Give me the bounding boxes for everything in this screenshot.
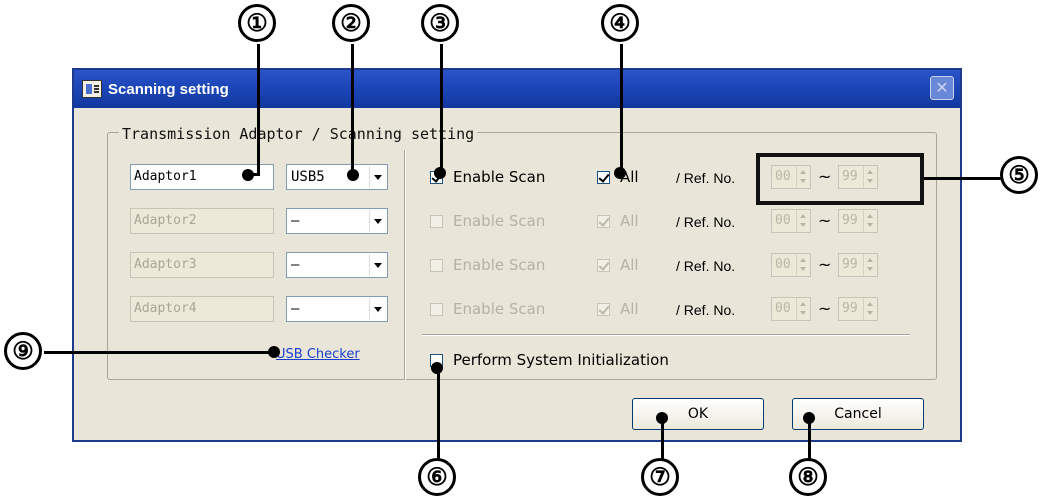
enable-scan-2-checkbox[interactable] xyxy=(430,215,443,228)
callout-9-leader xyxy=(44,351,274,354)
adaptor4-port-value: – xyxy=(291,301,300,317)
callout-3: ③ xyxy=(421,4,459,42)
group-title: Transmission Adaptor / Scanning setting xyxy=(119,125,478,143)
callout-5: ⑤ xyxy=(1000,156,1038,194)
ref-from-2-spinner[interactable]: 00 xyxy=(771,209,811,233)
spin-arrows-icon[interactable] xyxy=(796,210,810,232)
spin-arrows-icon[interactable] xyxy=(863,254,877,276)
callout-4-leader xyxy=(620,44,623,174)
adaptor4-name-field[interactable]: Adaptor4 xyxy=(130,296,274,322)
ok-button[interactable]: OK xyxy=(632,398,764,430)
ref-to-3-value: 99 xyxy=(842,257,858,272)
range-tilde-4: ~ xyxy=(818,299,832,318)
callout-2: ② xyxy=(332,4,370,42)
enable-scan-3-label: Enable Scan xyxy=(453,256,546,274)
callout-1-leader xyxy=(257,44,260,174)
enable-scan-2-label: Enable Scan xyxy=(453,212,546,230)
app-icon xyxy=(82,80,102,98)
callout-3-dot xyxy=(434,167,446,179)
ref-from-3-spinner[interactable]: 00 xyxy=(771,253,811,277)
callout-6-dot xyxy=(431,362,443,374)
ref-from-2-value: 00 xyxy=(775,213,791,228)
adaptor2-port-value: – xyxy=(291,213,300,229)
ref-range-highlight xyxy=(756,153,924,205)
vertical-divider xyxy=(404,150,405,380)
enable-scan-3-checkbox[interactable] xyxy=(430,259,443,272)
spin-arrows-icon[interactable] xyxy=(863,210,877,232)
callout-4: ④ xyxy=(601,4,639,42)
scanning-setting-dialog: Scanning setting ✕ Transmission Adaptor … xyxy=(72,68,962,442)
adaptor3-name-field[interactable]: Adaptor3 xyxy=(130,252,274,278)
spin-arrows-icon[interactable] xyxy=(863,298,877,320)
ref-no-2-label: / Ref. No. xyxy=(676,214,736,230)
chevron-down-icon[interactable] xyxy=(369,298,386,320)
range-tilde-2: ~ xyxy=(818,211,832,230)
system-init-label: Perform System Initialization xyxy=(453,351,669,369)
spin-arrows-icon[interactable] xyxy=(796,298,810,320)
callout-6-leader xyxy=(437,366,440,460)
callout-2-leader xyxy=(351,44,354,174)
ref-to-2-spinner[interactable]: 99 xyxy=(838,209,878,233)
callout-7-dot xyxy=(656,412,668,424)
adaptor1-port-select[interactable]: USB5 xyxy=(286,164,388,190)
callout-8-dot xyxy=(803,412,815,424)
callout-9: ⑨ xyxy=(4,332,42,370)
ref-to-4-value: 99 xyxy=(842,301,858,316)
ref-no-1-label: / Ref. No. xyxy=(676,170,736,186)
callout-8: ⑧ xyxy=(789,458,827,496)
callout-1: ① xyxy=(238,4,276,42)
adaptor2-name-field[interactable]: Adaptor2 xyxy=(130,208,274,234)
adaptor2-port-select[interactable]: – xyxy=(286,208,388,234)
ref-to-2-value: 99 xyxy=(842,213,858,228)
ref-no-4-label: / Ref. No. xyxy=(676,302,736,318)
all-4-label: All xyxy=(620,300,639,318)
all-3-label: All xyxy=(620,256,639,274)
ref-to-3-spinner[interactable]: 99 xyxy=(838,253,878,277)
callout-9-dot xyxy=(268,346,280,358)
callout-6: ⑥ xyxy=(418,458,456,496)
ref-from-3-value: 00 xyxy=(775,257,791,272)
callout-7-leader xyxy=(661,418,664,460)
range-tilde-3: ~ xyxy=(818,255,832,274)
title-bar[interactable]: Scanning setting ✕ xyxy=(74,70,960,108)
callout-1-h xyxy=(244,173,260,176)
window-title: Scanning setting xyxy=(108,80,229,98)
ref-to-4-spinner[interactable]: 99 xyxy=(838,297,878,321)
adaptor1-port-value: USB5 xyxy=(291,169,325,185)
adaptor4-port-select[interactable]: – xyxy=(286,296,388,322)
all-1-checkbox[interactable] xyxy=(597,171,610,184)
close-button[interactable]: ✕ xyxy=(930,76,954,100)
callout-5-leader xyxy=(924,177,1002,180)
ref-from-4-spinner[interactable]: 00 xyxy=(771,297,811,321)
chevron-down-icon[interactable] xyxy=(369,166,386,188)
all-2-checkbox[interactable] xyxy=(597,215,610,228)
usb-checker-link[interactable]: USB Checker xyxy=(276,347,360,362)
all-4-checkbox[interactable] xyxy=(597,303,610,316)
chevron-down-icon[interactable] xyxy=(369,210,386,232)
enable-scan-4-checkbox[interactable] xyxy=(430,303,443,316)
callout-2-dot xyxy=(347,169,359,181)
chevron-down-icon[interactable] xyxy=(369,254,386,276)
enable-scan-4-label: Enable Scan xyxy=(453,300,546,318)
callout-8-leader xyxy=(808,418,811,460)
ref-from-4-value: 00 xyxy=(775,301,791,316)
all-3-checkbox[interactable] xyxy=(597,259,610,272)
enable-scan-1-label: Enable Scan xyxy=(453,168,546,186)
adaptor3-port-value: – xyxy=(291,257,300,273)
spin-arrows-icon[interactable] xyxy=(796,254,810,276)
callout-3-leader xyxy=(440,44,443,174)
horizontal-divider xyxy=(422,334,910,335)
callout-4-dot xyxy=(614,167,626,179)
all-2-label: All xyxy=(620,212,639,230)
adaptor3-port-select[interactable]: – xyxy=(286,252,388,278)
ref-no-3-label: / Ref. No. xyxy=(676,258,736,274)
callout-7: ⑦ xyxy=(641,458,679,496)
